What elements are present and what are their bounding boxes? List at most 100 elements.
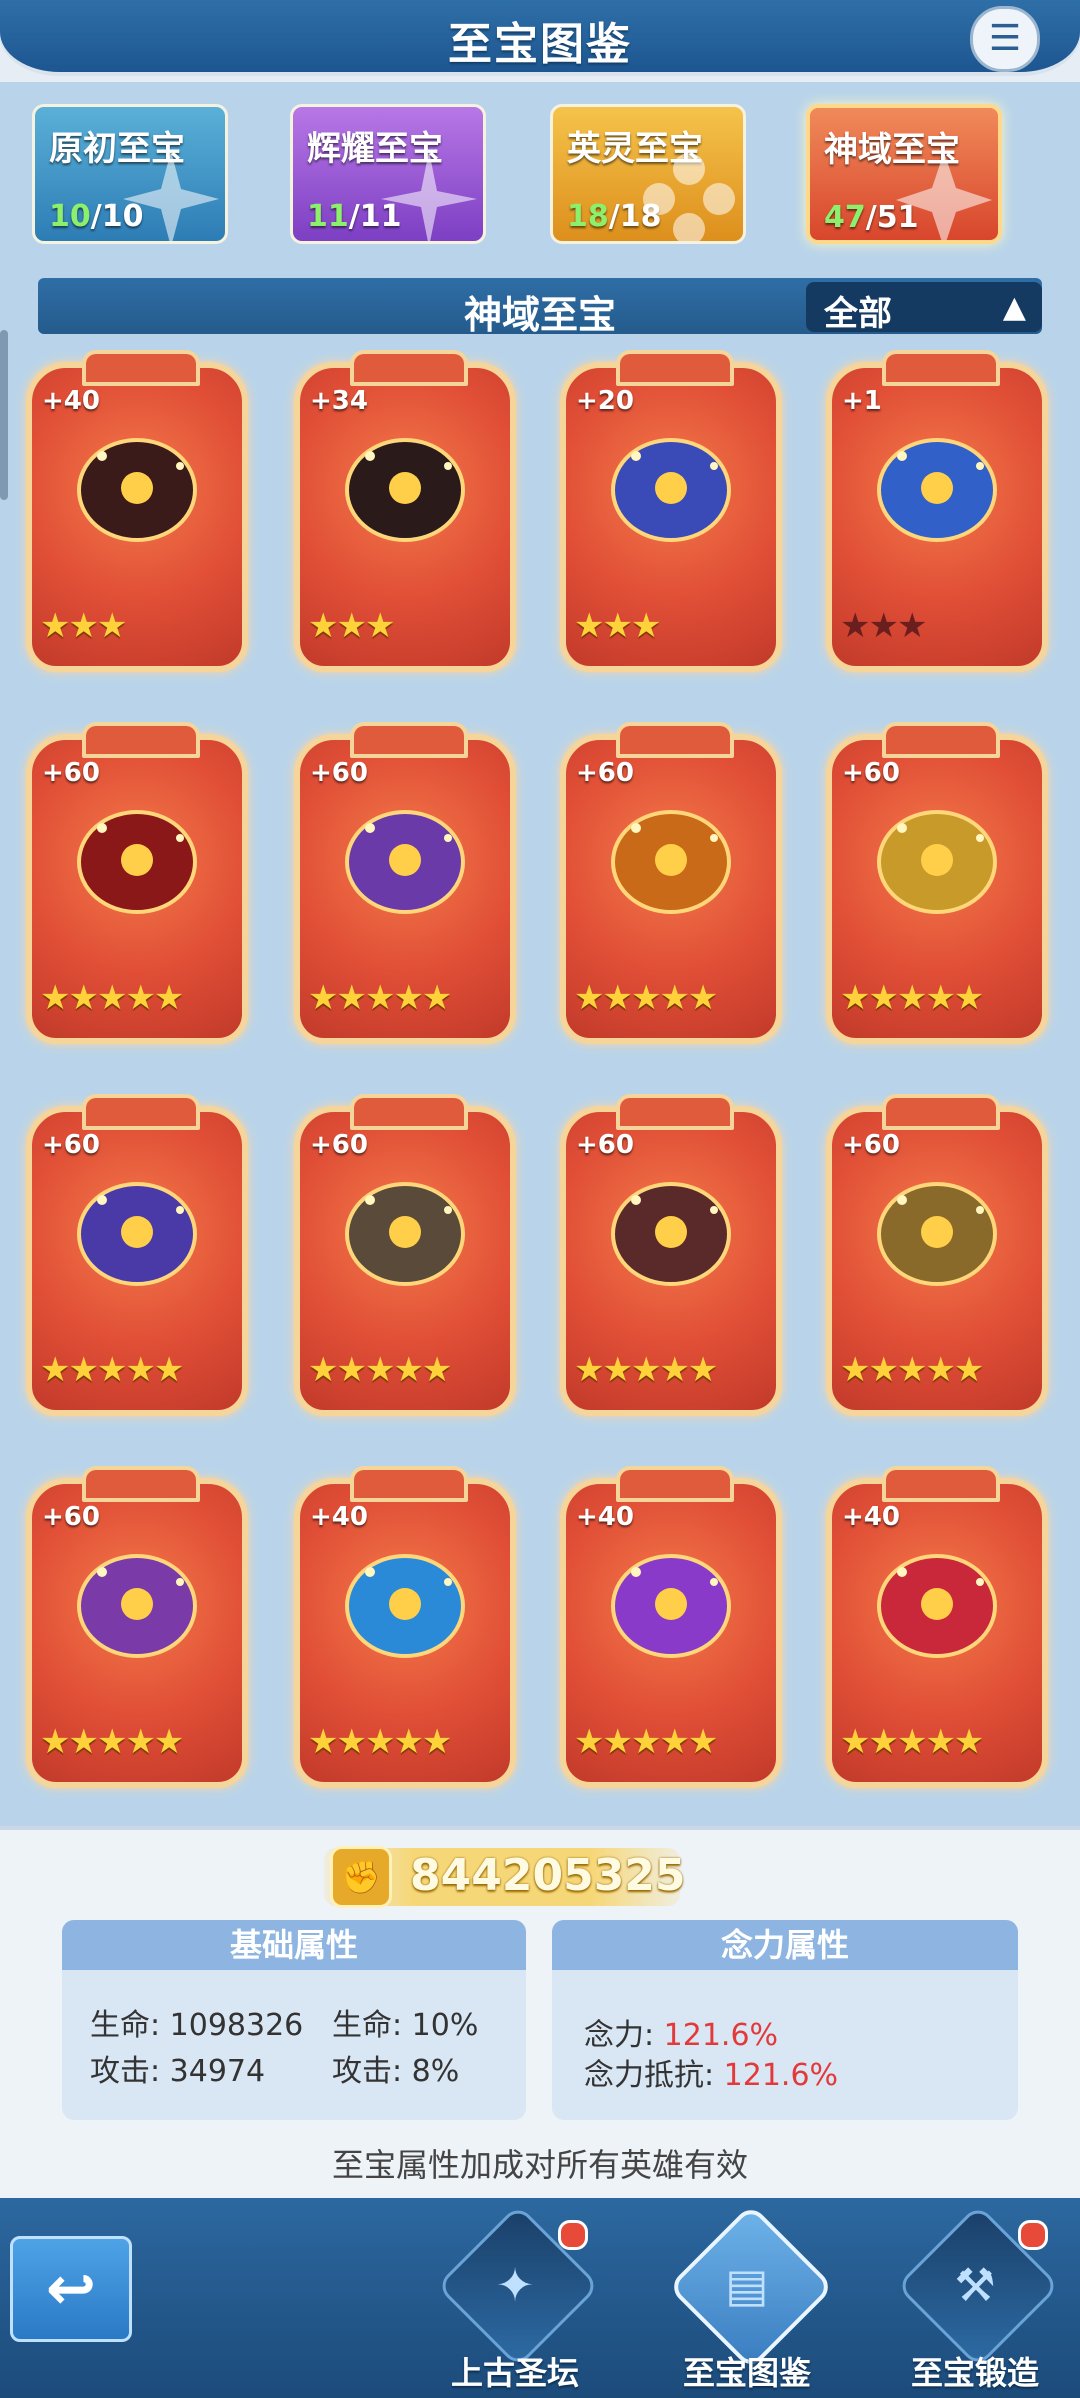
notification-dot — [1018, 2220, 1048, 2250]
nav-label: 至宝锻造 — [910, 2354, 1039, 2392]
nav-ancient-altar[interactable]: ✦ 上古圣坛 — [420, 2203, 601, 2398]
treasure-level: +40 — [842, 1502, 900, 1532]
treasure-card[interactable]: +60 ★★★★★ — [560, 1094, 782, 1416]
treasure-level: +60 — [842, 758, 900, 788]
mind-attributes-title: 念力属性 — [552, 1920, 1018, 1970]
star-rating: ★★★★★ — [40, 1350, 184, 1390]
flower-star-icon — [643, 153, 735, 241]
treasure-card[interactable]: +1 ★★★ — [826, 350, 1048, 672]
treasure-card[interactable]: +20 ★★★ — [560, 350, 782, 672]
treasure-card[interactable]: +40 ★★★★★ — [560, 1466, 782, 1788]
book-icon: ▤ — [725, 2258, 769, 2312]
treasure-card[interactable]: +34 ★★★ — [294, 350, 516, 672]
treasure-card[interactable]: +60 ★★★★★ — [560, 722, 782, 1044]
star-rating: ★★★★★ — [40, 1722, 184, 1762]
treasure-card[interactable]: +60 ★★★★★ — [294, 1094, 516, 1416]
treasure-card[interactable]: +40 ★★★★★ — [826, 1466, 1048, 1788]
treasure-art — [611, 438, 731, 542]
treasure-art — [877, 1554, 997, 1658]
treasure-level: +20 — [576, 386, 634, 416]
treasure-level: +60 — [576, 758, 634, 788]
treasure-art — [877, 810, 997, 914]
star-rating: ★★★★★ — [308, 1350, 452, 1390]
sparkle-star-icon — [381, 151, 477, 241]
atk-pct-stat: 攻击: 8% — [332, 2054, 460, 2089]
star-rating: ★★★★★ — [574, 1350, 718, 1390]
treasure-art — [611, 1182, 731, 1286]
treasure-card[interactable]: +40 ★★★ — [26, 350, 248, 672]
treasure-art — [345, 438, 465, 542]
star-rating: ★★★ — [840, 606, 927, 646]
power-value: 844205325 — [410, 1850, 686, 1901]
bonus-note: 至宝属性加成对所有英雄有效 — [331, 2146, 748, 2184]
star-rating: ★★★★★ — [840, 1350, 984, 1390]
treasure-card[interactable]: +60 ★★★★★ — [26, 1094, 248, 1416]
treasure-level: +60 — [576, 1130, 634, 1160]
treasure-art — [77, 810, 197, 914]
treasure-art — [77, 438, 197, 542]
nav-treasure-forge[interactable]: ⚒ 至宝锻造 — [880, 2203, 1061, 2398]
treasure-level: +40 — [310, 1502, 368, 1532]
altar-icon: ✦ — [495, 2258, 535, 2312]
notification-dot — [558, 2220, 588, 2250]
scrollbar[interactable] — [0, 330, 8, 500]
treasure-level: +60 — [42, 1502, 100, 1532]
star-rating: ★★★★★ — [840, 1722, 984, 1762]
treasure-card[interactable]: +60 ★★★★★ — [826, 722, 1048, 1044]
page-title: 至宝图鉴 — [448, 19, 632, 70]
compass-star-icon — [123, 151, 219, 241]
treasure-level: +60 — [42, 1130, 100, 1160]
treasure-art — [877, 438, 997, 542]
treasure-level: +60 — [310, 1130, 368, 1160]
back-button[interactable]: ↩ — [10, 2236, 132, 2342]
tab-primordial[interactable]: 原初至宝 10/10 — [32, 104, 228, 244]
filter-label: 全部 — [824, 294, 892, 334]
header: 至宝图鉴 ☰ — [0, 0, 1080, 82]
treasure-card[interactable]: +60 ★★★★★ — [26, 722, 248, 1044]
treasure-level: +40 — [576, 1502, 634, 1532]
list-icon: ☰ — [988, 18, 1022, 59]
nav-label: 至宝图鉴 — [682, 2354, 811, 2392]
star-rating: ★★★★★ — [308, 1722, 452, 1762]
star-rating: ★★★★★ — [308, 978, 452, 1018]
star-rating: ★★★ — [40, 606, 127, 646]
tab-radiant[interactable]: 辉耀至宝 11/11 — [290, 104, 486, 244]
star-rating: ★★★★★ — [40, 978, 184, 1018]
back-arrow-icon: ↩ — [45, 2254, 97, 2324]
treasure-card[interactable]: +60 ★★★★★ — [826, 1094, 1048, 1416]
tab-divine[interactable]: 神域至宝 47/51 — [806, 104, 1002, 244]
treasure-art — [77, 1554, 197, 1658]
treasure-level: +34 — [310, 386, 368, 416]
treasure-art — [611, 810, 731, 914]
triangle-up-icon: ▲ — [1002, 290, 1026, 325]
treasure-art — [345, 1182, 465, 1286]
tab-heroic-spirit[interactable]: 英灵至宝 18/18 — [550, 104, 746, 244]
treasure-art — [345, 1554, 465, 1658]
menu-button[interactable]: ☰ — [970, 6, 1040, 72]
treasure-art — [877, 1182, 997, 1286]
treasure-level: +1 — [842, 386, 882, 416]
treasure-art — [77, 1182, 197, 1286]
treasure-card[interactable]: +40 ★★★★★ — [294, 1466, 516, 1788]
mind-resist-stat: 念力抵抗: 121.6% — [584, 2058, 839, 2093]
hp-pct-stat: 生命: 10% — [332, 2008, 479, 2043]
treasure-art — [611, 1554, 731, 1658]
treasure-card[interactable]: +60 ★★★★★ — [26, 1466, 248, 1788]
treasure-level: +60 — [42, 758, 100, 788]
treasure-level: +60 — [310, 758, 368, 788]
hp-stat: 生命: 1098326 — [90, 2008, 304, 2043]
filter-dropdown[interactable]: 全部 ▲ — [806, 282, 1042, 334]
forge-icon: ⚒ — [954, 2258, 996, 2312]
nav-label: 上古圣坛 — [450, 2354, 579, 2392]
nav-treasure-codex[interactable]: ▤ 至宝图鉴 — [652, 2203, 835, 2398]
star-rating: ★★★ — [308, 606, 395, 646]
star-rating: ★★★ — [574, 606, 661, 646]
base-attributes-title: 基础属性 — [62, 1920, 526, 1970]
treasure-art — [345, 810, 465, 914]
divine-star-icon — [896, 152, 992, 240]
mind-stat: 念力: 121.6% — [584, 2018, 779, 2053]
treasure-level: +60 — [842, 1130, 900, 1160]
treasure-level: +40 — [42, 386, 100, 416]
treasure-card[interactable]: +60 ★★★★★ — [294, 722, 516, 1044]
fist-icon: ✊ — [330, 1846, 392, 1908]
